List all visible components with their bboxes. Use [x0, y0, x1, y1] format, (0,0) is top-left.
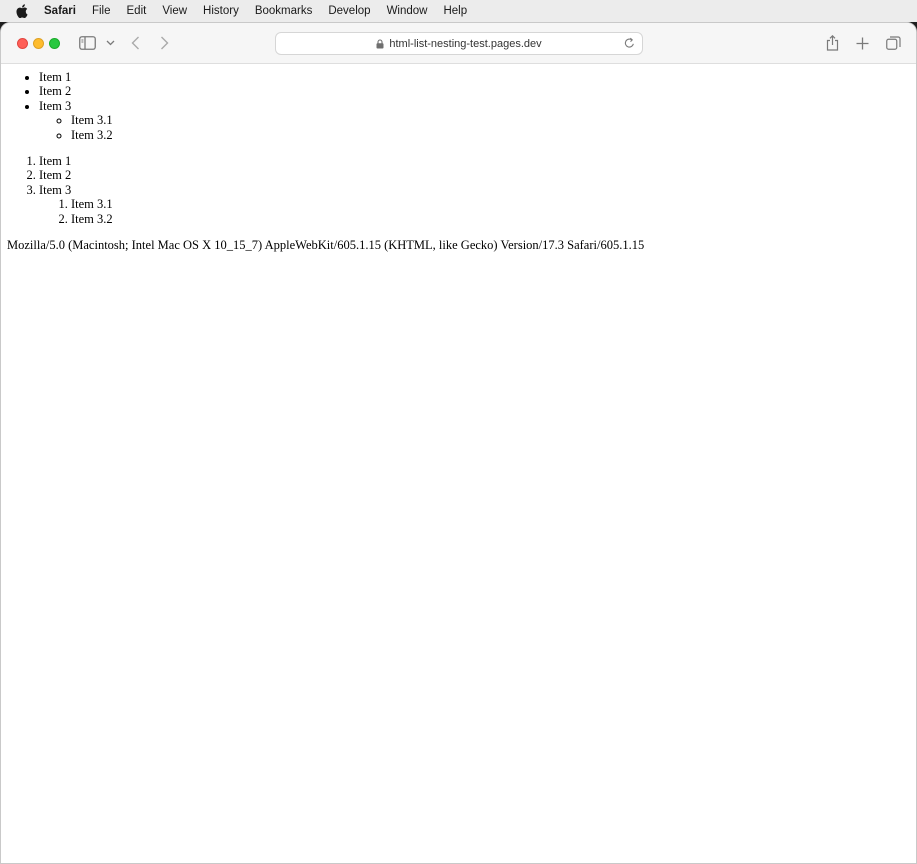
ordered-list: Item 1 Item 2 Item 3 Item 3.1 Item 3.2	[7, 154, 910, 226]
list-item: Item 2	[39, 168, 910, 182]
zoom-window-button[interactable]	[49, 38, 60, 49]
menu-window[interactable]: Window	[379, 0, 436, 22]
list-item: Item 3 Item 3.1 Item 3.2	[39, 183, 910, 226]
user-agent-text: Mozilla/5.0 (Macintosh; Intel Mac OS X 1…	[7, 238, 645, 253]
menu-view[interactable]: View	[154, 0, 195, 22]
menu-help[interactable]: Help	[435, 0, 475, 22]
share-icon	[826, 35, 839, 51]
browser-window: html-list-nesting-test.pages.dev • Item …	[0, 22, 917, 864]
new-tab-button[interactable]	[856, 34, 869, 52]
forward-button[interactable]	[160, 34, 169, 52]
unordered-list: Item 1 Item 2 Item 3 Item 3.1 Item 3.2	[7, 70, 910, 142]
menu-develop[interactable]: Develop	[320, 0, 378, 22]
list-item: Item 3.1	[71, 113, 910, 127]
list-item: Item 3 Item 3.1 Item 3.2	[39, 99, 910, 142]
chevron-left-icon	[131, 36, 139, 50]
share-button[interactable]	[826, 34, 839, 52]
sidebar-icon	[79, 36, 96, 50]
apple-menu[interactable]	[0, 4, 44, 18]
minimize-window-button[interactable]	[33, 38, 44, 49]
address-bar[interactable]: html-list-nesting-test.pages.dev	[275, 32, 643, 55]
back-button[interactable]	[131, 34, 140, 52]
nested-unordered-list: Item 3.1 Item 3.2	[39, 113, 910, 142]
tab-group-menu-button[interactable]	[106, 34, 115, 52]
list-item: Item 1	[39, 154, 910, 168]
list-item: Item 2	[39, 84, 910, 98]
menu-bar: Safari File Edit View History Bookmarks …	[0, 0, 917, 22]
close-window-button[interactable]	[17, 38, 28, 49]
menu-app-safari[interactable]: Safari	[44, 0, 84, 22]
apple-icon	[16, 4, 28, 18]
menu-history[interactable]: History	[195, 0, 247, 22]
sidebar-toggle-button[interactable]	[79, 34, 96, 52]
list-item: Item 3.2	[71, 212, 910, 226]
list-item: Item 1	[39, 70, 910, 84]
chevron-down-icon	[106, 40, 115, 46]
browser-toolbar: html-list-nesting-test.pages.dev	[1, 23, 916, 64]
menu-file[interactable]: File	[84, 0, 119, 22]
menu-edit[interactable]: Edit	[119, 0, 155, 22]
address-text: html-list-nesting-test.pages.dev	[389, 37, 542, 50]
reload-icon	[624, 37, 634, 48]
tab-overview-icon	[886, 36, 901, 50]
nested-ordered-list: Item 3.1 Item 3.2	[39, 197, 910, 226]
list-item: Item 3.1	[71, 197, 910, 211]
list-item: Item 3.2	[71, 128, 910, 142]
lock-icon	[376, 38, 384, 49]
menu-bookmarks[interactable]: Bookmarks	[247, 0, 321, 22]
plus-icon	[856, 37, 869, 49]
tab-overview-button[interactable]	[886, 34, 901, 52]
reload-button[interactable]	[624, 37, 635, 49]
chevron-right-icon	[161, 36, 169, 50]
page-content: Item 1 Item 2 Item 3 Item 3.1 Item 3.2 I…	[1, 65, 916, 863]
